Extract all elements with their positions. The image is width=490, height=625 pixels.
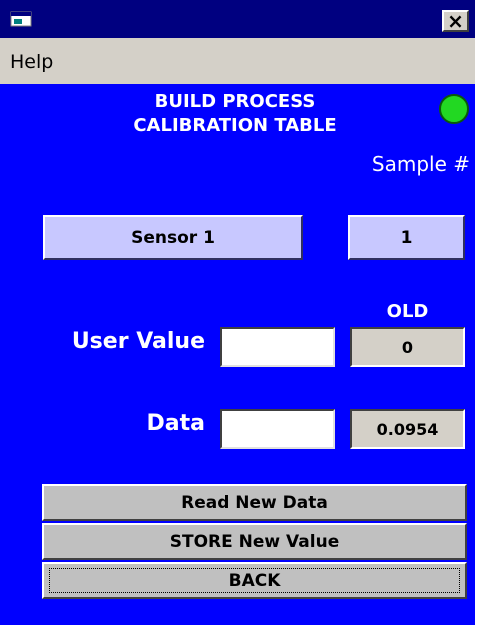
sample-number-label: Sample # <box>371 152 470 176</box>
sensor-select-button[interactable]: Sensor 1 <box>43 215 303 260</box>
page-title-line-1: BUILD PROCESS <box>154 91 316 112</box>
user-value-label: User Value <box>71 329 205 354</box>
user-value-input[interactable] <box>220 327 335 367</box>
read-new-data-label: Read New Data <box>181 492 328 513</box>
title-bar: × <box>0 0 475 38</box>
app-window-icon <box>10 11 32 27</box>
old-data-value: 0.0954 <box>376 419 439 439</box>
old-data-readout: 0.0954 <box>350 409 465 449</box>
old-column-label: OLD <box>386 301 429 322</box>
data-label: Data <box>146 411 205 436</box>
old-user-value-readout: 0 <box>350 327 465 367</box>
status-indicator-light <box>439 94 469 124</box>
page-title: BUILD PROCESS CALIBRATION TABLE <box>80 90 390 138</box>
sensor-select-label: Sensor 1 <box>131 227 215 248</box>
sample-number-button[interactable]: 1 <box>348 215 465 260</box>
back-button[interactable]: BACK <box>42 562 467 599</box>
sample-number-value: 1 <box>400 227 413 248</box>
menu-bar: Help <box>0 38 475 84</box>
back-label: BACK <box>228 570 281 591</box>
calibration-window: × Help BUILD PROCESS CALIBRATION TABLE S… <box>0 0 475 625</box>
old-user-value: 0 <box>401 337 414 357</box>
read-new-data-button[interactable]: Read New Data <box>42 484 467 521</box>
close-button[interactable]: × <box>442 10 469 32</box>
store-new-value-label: STORE New Value <box>169 531 340 552</box>
data-input[interactable] <box>220 409 335 449</box>
store-new-value-button[interactable]: STORE New Value <box>42 523 467 560</box>
menu-item-help[interactable]: Help <box>10 51 53 73</box>
main-panel: BUILD PROCESS CALIBRATION TABLE Sample #… <box>0 84 475 625</box>
close-icon: × <box>447 9 464 33</box>
page-title-line-2: CALIBRATION TABLE <box>133 115 337 136</box>
